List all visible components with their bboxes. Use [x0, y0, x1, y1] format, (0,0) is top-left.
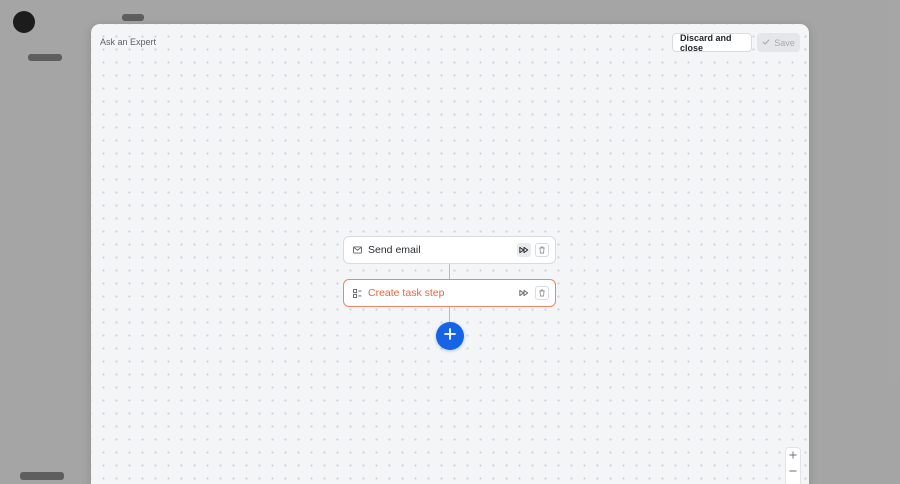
zoom-controls	[785, 447, 801, 484]
flow-connector	[449, 307, 450, 322]
minus-icon	[789, 467, 797, 478]
skip-forward-icon[interactable]	[517, 243, 531, 257]
save-label: Save	[774, 37, 795, 48]
header-actions: Discard and close Save	[672, 32, 800, 53]
flow-step-send-email[interactable]: Send email	[343, 236, 556, 264]
trash-icon[interactable]	[535, 243, 549, 257]
mail-icon	[352, 245, 362, 255]
step-label: Create task step	[368, 287, 445, 299]
add-step-button[interactable]	[436, 322, 464, 350]
zoom-in-button[interactable]	[786, 448, 800, 464]
task-icon	[352, 288, 362, 298]
workflow-editor-modal: Ask an Expert Discard and close Save Sen…	[91, 24, 809, 484]
plus-icon	[789, 450, 797, 462]
trash-icon[interactable]	[535, 286, 549, 300]
step-label: Send email	[368, 244, 421, 256]
discard-label: Discard and close	[680, 32, 732, 53]
zoom-out-button[interactable]	[786, 464, 800, 480]
plus-icon	[444, 327, 456, 345]
flow-step-create-task[interactable]: Create task step	[343, 279, 556, 307]
discard-and-close-button[interactable]: Discard and close	[672, 32, 752, 53]
flow-connector	[449, 264, 450, 279]
skip-forward-icon[interactable]	[517, 286, 531, 300]
check-icon	[762, 38, 770, 48]
modal-title: Ask an Expert	[100, 37, 157, 47]
save-button[interactable]: Save	[757, 33, 800, 52]
